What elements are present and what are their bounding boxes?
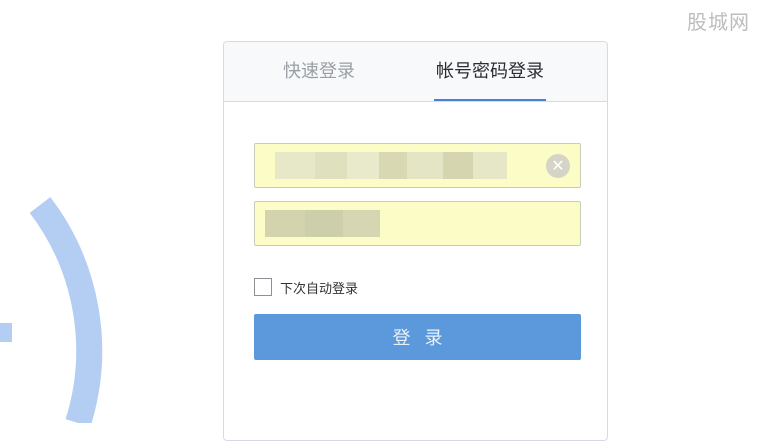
login-tabs: 快速登录 帐号密码登录 (224, 42, 607, 102)
login-card: 快速登录 帐号密码登录 ✕ 下次自动登录 登录 (223, 41, 608, 441)
auto-login-checkbox[interactable] (254, 278, 272, 296)
tab-quick-login[interactable]: 快速登录 (279, 42, 359, 101)
redacted-username-block (379, 152, 407, 179)
redacted-username-block (473, 152, 507, 179)
site-watermark: 股城网 (687, 10, 750, 34)
redacted-username-block (407, 152, 443, 179)
tab-account-login[interactable]: 帐号密码登录 (434, 42, 546, 101)
username-input[interactable]: ✕ (254, 143, 581, 188)
redacted-username-block (347, 152, 379, 179)
login-button[interactable]: 登录 (254, 314, 581, 360)
auto-login-label[interactable]: 下次自动登录 (280, 278, 358, 297)
redacted-password-block (305, 210, 343, 237)
redacted-username-block (443, 152, 473, 179)
clear-input-icon[interactable]: ✕ (546, 154, 570, 178)
redacted-password-block (265, 210, 305, 237)
redacted-username-block (315, 152, 347, 179)
redacted-username-block (275, 152, 315, 179)
password-input[interactable] (254, 201, 581, 246)
redacted-password-block (343, 210, 380, 237)
auto-login-option: 下次自动登录 (254, 276, 358, 298)
